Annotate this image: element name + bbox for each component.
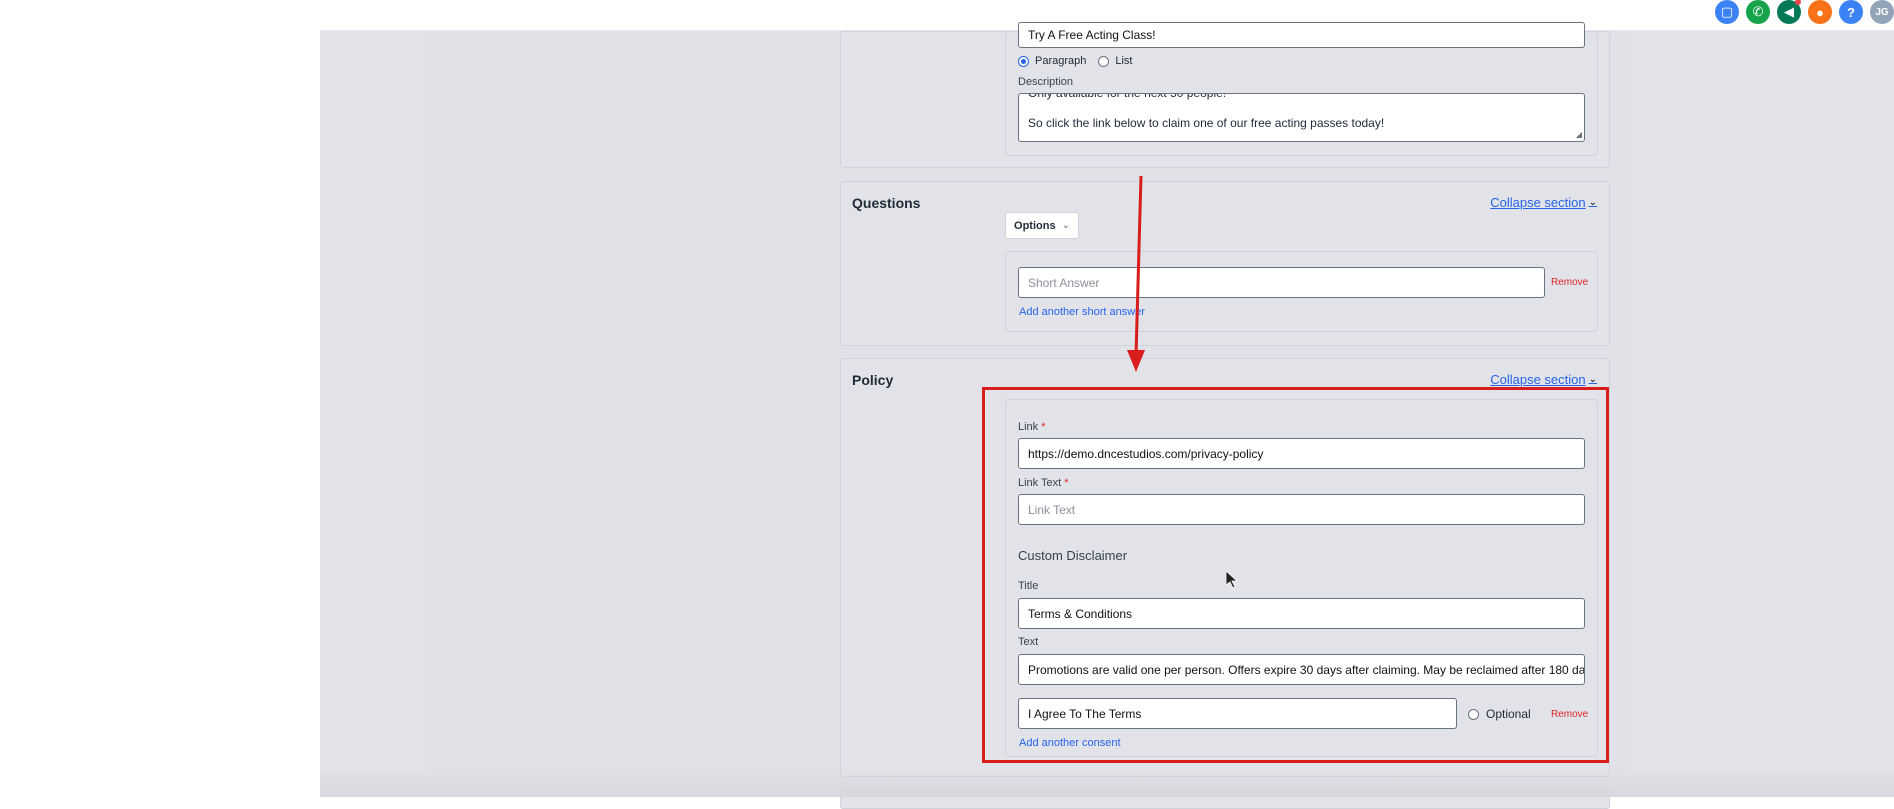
mouse-cursor-icon bbox=[1226, 571, 1238, 589]
arrow-head bbox=[1127, 350, 1145, 372]
annotation-arrow bbox=[1127, 175, 1145, 372]
arrow-shaft bbox=[1134, 175, 1143, 357]
